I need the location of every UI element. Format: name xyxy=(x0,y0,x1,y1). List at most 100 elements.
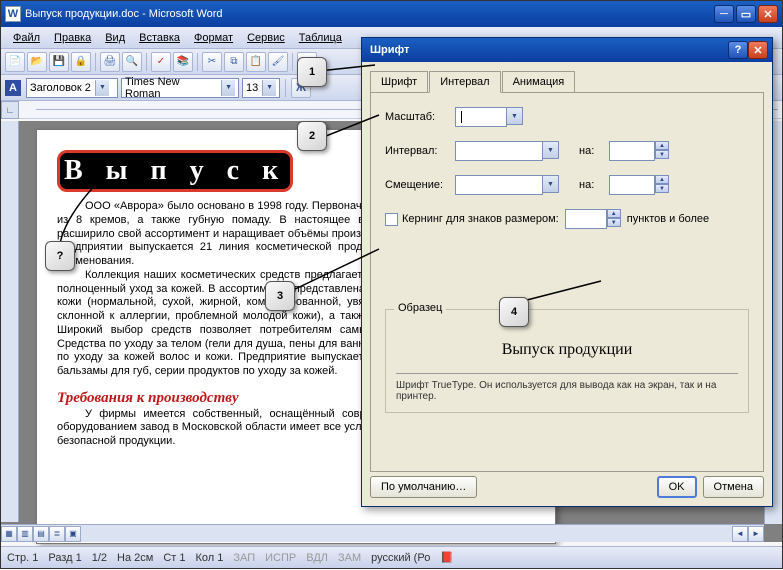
preview-icon[interactable]: 🔍 xyxy=(122,52,142,72)
tab-panel-interval: Масштаб: ▼ Интервал: ▼ на: ▲▼ xyxy=(370,92,764,472)
kerning-checkbox[interactable] xyxy=(385,213,398,226)
scroll-right-icon[interactable]: ► xyxy=(748,526,764,542)
chevron-down-icon[interactable]: ▼ xyxy=(543,175,559,193)
spin-up-icon[interactable]: ▲ xyxy=(655,175,669,184)
vertical-ruler[interactable] xyxy=(1,121,19,522)
cut-icon[interactable]: ✂ xyxy=(202,52,222,72)
close-button[interactable]: ✕ xyxy=(758,5,778,23)
menu-file[interactable]: Файл xyxy=(7,30,46,46)
research-icon[interactable]: 📚 xyxy=(173,52,193,72)
default-button[interactable]: По умолчанию… xyxy=(370,476,477,498)
chevron-down-icon[interactable]: ▼ xyxy=(221,80,235,96)
outline-view-icon[interactable]: ≣ xyxy=(49,526,65,542)
position-by-spinner[interactable]: ▲▼ xyxy=(609,175,669,195)
status-bar: Стр. 1 Разд 1 1/2 На 2см Ст 1 Кол 1 ЗАП … xyxy=(1,546,782,568)
position-by-label: на: xyxy=(579,179,609,191)
spin-down-icon[interactable]: ▼ xyxy=(655,184,669,193)
status-trk: ИСПР xyxy=(265,552,296,564)
status-page: Стр. 1 xyxy=(7,552,38,564)
copy-icon[interactable]: ⧉ xyxy=(224,52,244,72)
status-col: Кол 1 xyxy=(195,552,223,564)
status-section: Разд 1 xyxy=(48,552,81,564)
status-pages: 1/2 xyxy=(92,552,107,564)
chevron-down-icon[interactable]: ▼ xyxy=(95,80,109,96)
ok-button[interactable]: OK xyxy=(657,476,697,498)
dialog-tabs: Шрифт Интервал Анимация xyxy=(370,70,764,92)
styles-pane-icon[interactable]: A xyxy=(5,80,21,96)
status-ovr: ЗАМ xyxy=(338,552,361,564)
scale-combo[interactable]: ▼ xyxy=(455,107,523,127)
menu-format[interactable]: Формат xyxy=(188,30,239,46)
tab-font[interactable]: Шрифт xyxy=(370,71,428,93)
callout-question: ? xyxy=(45,241,75,271)
spin-down-icon[interactable]: ▼ xyxy=(655,150,669,159)
menu-tools[interactable]: Сервис xyxy=(241,30,291,46)
style-value: Заголовок 2 xyxy=(30,82,91,94)
kerning-suffix: пунктов и более xyxy=(627,213,709,225)
maximize-button[interactable]: ▭ xyxy=(736,5,756,23)
font-value: Times New Roman xyxy=(125,76,217,100)
menu-view[interactable]: Вид xyxy=(99,30,131,46)
kerning-label: Кернинг для знаков размером: xyxy=(402,213,559,225)
spellcheck-icon[interactable]: ✓ xyxy=(151,52,171,72)
status-lang: русский (Ро xyxy=(371,552,430,564)
dialog-close-button[interactable]: ✕ xyxy=(748,41,768,59)
save-icon[interactable]: 💾 xyxy=(49,52,69,72)
tab-selector[interactable]: ∟ xyxy=(1,101,19,119)
minimize-button[interactable]: ─ xyxy=(714,5,734,23)
callout-4: 4 xyxy=(499,297,529,327)
print-view-icon[interactable]: ▤ xyxy=(33,526,49,542)
scroll-left-icon[interactable]: ◄ xyxy=(732,526,748,542)
word-titlebar: W Выпуск продукции.doc - Microsoft Word … xyxy=(1,1,782,27)
position-combo[interactable]: ▼ xyxy=(455,175,559,195)
scale-label: Масштаб: xyxy=(385,111,455,123)
callout-1: 1 xyxy=(297,57,327,87)
status-rec: ЗАП xyxy=(233,552,255,564)
spacing-by-spinner[interactable]: ▲▼ xyxy=(609,141,669,161)
chevron-down-icon[interactable]: ▼ xyxy=(262,80,276,96)
font-size-combo[interactable]: 13 ▼ xyxy=(242,78,280,98)
font-dialog: Шрифт ? ✕ Шрифт Интервал Анимация Масшта… xyxy=(361,37,773,507)
permission-icon[interactable]: 🔒 xyxy=(71,52,91,72)
paste-icon[interactable]: 📋 xyxy=(246,52,266,72)
menu-edit[interactable]: Правка xyxy=(48,30,97,46)
kerning-points-spinner[interactable]: ▲▼ xyxy=(565,209,621,229)
menu-table[interactable]: Таблица xyxy=(293,30,348,46)
dialog-title: Шрифт xyxy=(366,44,728,56)
menu-insert[interactable]: Вставка xyxy=(133,30,186,46)
new-doc-icon[interactable]: 📄 xyxy=(5,52,25,72)
print-icon[interactable]: 🖨 xyxy=(100,52,120,72)
callout-2: 2 xyxy=(297,121,327,151)
word-icon: W xyxy=(5,6,21,22)
tab-interval[interactable]: Интервал xyxy=(429,71,500,93)
status-book-icon[interactable]: 📕 xyxy=(440,551,454,564)
preview-text: Выпуск продукции xyxy=(396,326,738,374)
tab-animation[interactable]: Анимация xyxy=(502,71,576,93)
style-combo[interactable]: Заголовок 2 ▼ xyxy=(26,78,118,98)
chevron-down-icon[interactable]: ▼ xyxy=(507,107,523,125)
chevron-down-icon[interactable]: ▼ xyxy=(543,141,559,159)
dialog-help-button[interactable]: ? xyxy=(728,41,748,59)
view-buttons-and-hscroll: ▦ ▥ ▤ ≣ ▣ ◄ ► xyxy=(1,524,764,542)
cancel-button[interactable]: Отмена xyxy=(703,476,764,498)
font-combo[interactable]: Times New Roman ▼ xyxy=(121,78,239,98)
reading-view-icon[interactable]: ▣ xyxy=(65,526,81,542)
window-title: Выпуск продукции.doc - Microsoft Word xyxy=(25,8,714,20)
font-size-value: 13 xyxy=(246,82,258,94)
spacing-combo[interactable]: ▼ xyxy=(455,141,559,161)
status-ext: ВДЛ xyxy=(306,552,328,564)
callout-3: 3 xyxy=(265,281,295,311)
spin-down-icon[interactable]: ▼ xyxy=(607,218,621,227)
status-at: На 2см xyxy=(117,552,153,564)
preview-legend: Образец xyxy=(394,302,446,314)
spacing-label: Интервал: xyxy=(385,145,455,157)
dialog-titlebar: Шрифт ? ✕ xyxy=(362,38,772,62)
normal-view-icon[interactable]: ▦ xyxy=(1,526,17,542)
spin-up-icon[interactable]: ▲ xyxy=(655,141,669,150)
open-icon[interactable]: 📂 xyxy=(27,52,47,72)
web-view-icon[interactable]: ▥ xyxy=(17,526,33,542)
spin-up-icon[interactable]: ▲ xyxy=(607,209,621,218)
selected-heading[interactable]: В ы п у с к xyxy=(57,150,293,192)
preview-group: Образец Выпуск продукции Шрифт TrueType.… xyxy=(385,309,749,413)
format-painter-icon[interactable]: 🖌 xyxy=(268,52,288,72)
